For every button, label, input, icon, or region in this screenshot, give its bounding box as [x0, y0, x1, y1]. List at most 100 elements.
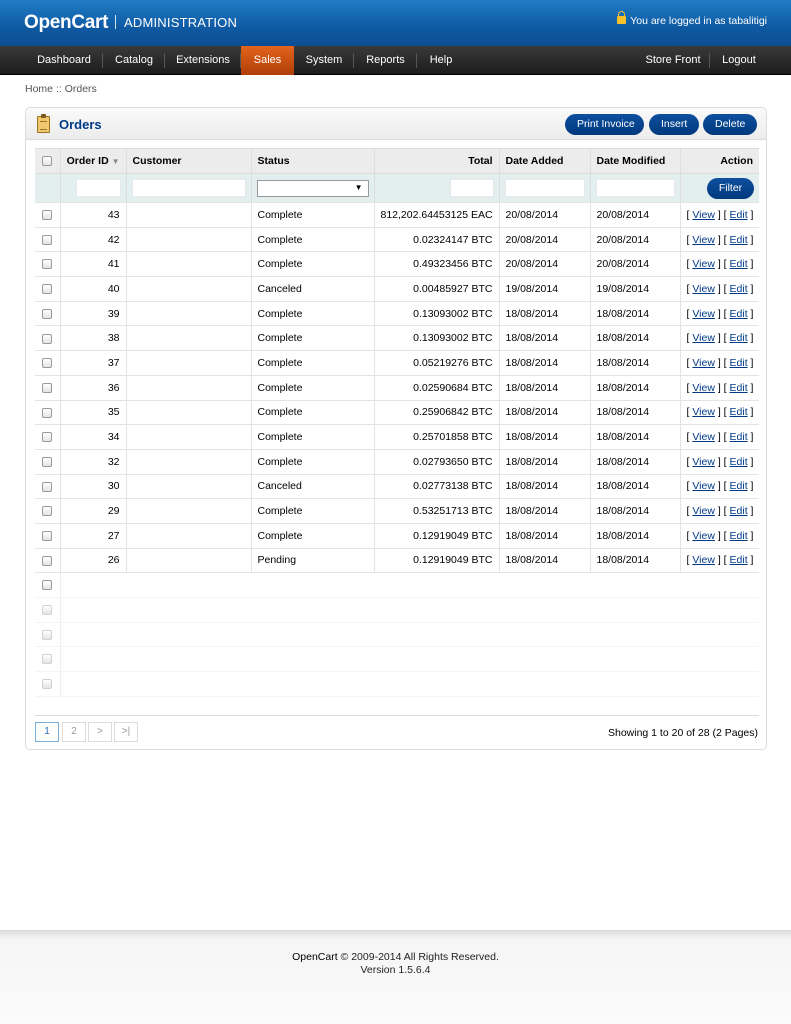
row-checkbox[interactable] — [42, 605, 53, 616]
view-link[interactable]: View — [692, 554, 715, 566]
page-link-1[interactable]: 1 — [35, 722, 59, 742]
filter-date-modified-input[interactable] — [595, 179, 675, 197]
row-checkbox[interactable] — [42, 456, 53, 467]
header-order-id[interactable]: Order ID ▼ — [60, 148, 127, 174]
edit-link[interactable]: Edit — [730, 209, 748, 221]
edit-link[interactable]: Edit — [730, 234, 748, 246]
edit-link[interactable]: Edit — [730, 530, 748, 542]
order-id-cell: 39 — [60, 301, 127, 327]
edit-link[interactable]: Edit — [730, 332, 748, 344]
edit-link[interactable]: Edit — [730, 505, 748, 517]
page-link-last[interactable]: >| — [114, 722, 138, 742]
row-checkbox[interactable] — [42, 358, 53, 369]
row-checkbox[interactable] — [42, 333, 53, 344]
view-link[interactable]: View — [692, 530, 715, 542]
menu-item-help[interactable]: Help — [417, 46, 465, 75]
row-checkbox[interactable] — [42, 210, 53, 221]
view-link[interactable]: View — [692, 382, 715, 394]
page-link-next[interactable]: > — [88, 722, 112, 742]
edit-link[interactable]: Edit — [730, 406, 748, 418]
edit-link[interactable]: Edit — [730, 456, 748, 468]
total-cell: 0.13093002 BTC — [374, 325, 500, 352]
date-added-cell: 20/08/2014 — [499, 251, 591, 278]
filter-button[interactable]: Filter — [707, 177, 754, 199]
view-link[interactable]: View — [692, 308, 715, 320]
view-link[interactable]: View — [692, 357, 715, 369]
breadcrumb-home[interactable]: Home — [25, 83, 53, 95]
row-checkbox[interactable] — [42, 308, 53, 319]
menu-item-dashboard[interactable]: Dashboard — [25, 46, 103, 75]
view-link[interactable]: View — [692, 431, 715, 443]
edit-link[interactable]: Edit — [730, 258, 748, 270]
row-checkbox[interactable] — [42, 481, 53, 492]
header-customer[interactable]: Customer — [126, 148, 252, 174]
order-id-cell: 35 — [60, 400, 127, 426]
order-id-cell: 36 — [60, 375, 127, 401]
edit-link[interactable]: Edit — [730, 431, 748, 443]
edit-link[interactable]: Edit — [730, 480, 748, 492]
header-status[interactable]: Status — [251, 148, 375, 174]
row-checkbox[interactable] — [42, 234, 53, 245]
row-checkbox[interactable] — [42, 531, 53, 541]
view-link[interactable]: View — [692, 234, 715, 246]
view-link[interactable]: View — [692, 505, 715, 517]
row-checkbox[interactable] — [42, 506, 53, 517]
footer-opencart-link[interactable]: OpenCart — [292, 951, 338, 963]
view-link[interactable]: View — [692, 480, 715, 492]
row-checkbox[interactable] — [42, 407, 53, 418]
view-link[interactable]: View — [692, 332, 715, 344]
box-heading: Orders Print Invoice Insert Delete — [26, 108, 766, 140]
menu-item-logout[interactable]: Logout — [710, 46, 768, 75]
customer-cell — [126, 498, 252, 524]
filter-date-added-input[interactable] — [504, 179, 585, 197]
view-link[interactable]: View — [692, 209, 715, 221]
header-date-added[interactable]: Date Added — [499, 148, 591, 174]
delete-button[interactable]: Delete — [703, 114, 757, 135]
menu-item-sales[interactable]: Sales — [241, 46, 294, 75]
filter-order-id-input[interactable] — [75, 179, 121, 197]
row-checkbox[interactable] — [42, 382, 53, 393]
menu-item-reports[interactable]: Reports — [354, 46, 417, 75]
total-cell: 0.12919049 BTC — [374, 523, 500, 549]
view-link[interactable]: View — [692, 456, 715, 468]
row-checkbox[interactable] — [42, 259, 53, 270]
edit-link[interactable]: Edit — [730, 283, 748, 295]
breadcrumb-orders[interactable]: Orders — [65, 83, 97, 95]
logo[interactable]: OpenCart — [24, 12, 108, 34]
filter-status-select[interactable] — [256, 179, 369, 197]
total-cell: 0.25701858 BTC — [374, 424, 500, 450]
edit-link[interactable]: Edit — [730, 308, 748, 320]
view-link[interactable]: View — [692, 406, 715, 418]
customer-cell — [126, 449, 252, 475]
filter-total-input[interactable] — [449, 179, 494, 197]
print-invoice-button[interactable]: Print Invoice — [565, 114, 644, 135]
header-total[interactable]: Total — [374, 148, 500, 174]
row-checkbox[interactable] — [42, 284, 53, 295]
edit-link[interactable]: Edit — [730, 554, 748, 566]
row-checkbox[interactable] — [42, 629, 53, 640]
row-checkbox[interactable] — [42, 432, 53, 443]
insert-button[interactable]: Insert — [649, 114, 699, 135]
edit-link[interactable]: Edit — [730, 382, 748, 394]
row-checkbox[interactable] — [42, 555, 53, 566]
menu-item-store-front[interactable]: Store Front — [636, 46, 710, 75]
empty-table-row — [35, 572, 759, 598]
edit-link[interactable]: Edit — [730, 357, 748, 369]
table-row: 30 Canceled 0.02773138 BTC 18/08/2014 18/08/… — [35, 474, 759, 500]
menu-item-catalog[interactable]: Catalog — [103, 46, 165, 75]
filter-customer-input[interactable] — [131, 179, 246, 197]
select-all-checkbox[interactable] — [42, 156, 53, 167]
row-checkbox[interactable] — [42, 654, 53, 665]
status-cell: Complete — [251, 227, 375, 253]
header-date-modified[interactable]: Date Modified — [590, 148, 681, 174]
view-link[interactable]: View — [692, 258, 715, 270]
row-checkbox[interactable] — [42, 679, 53, 690]
menu-item-system[interactable]: System — [294, 46, 354, 75]
menu-item-extensions[interactable]: Extensions — [165, 46, 241, 75]
status-cell: Canceled — [251, 276, 375, 302]
date-added-cell: 18/08/2014 — [499, 301, 591, 327]
row-checkbox[interactable] — [42, 580, 53, 591]
view-link[interactable]: View — [692, 283, 715, 295]
page-link-2[interactable]: 2 — [62, 722, 86, 742]
status-cell: Complete — [251, 523, 375, 549]
